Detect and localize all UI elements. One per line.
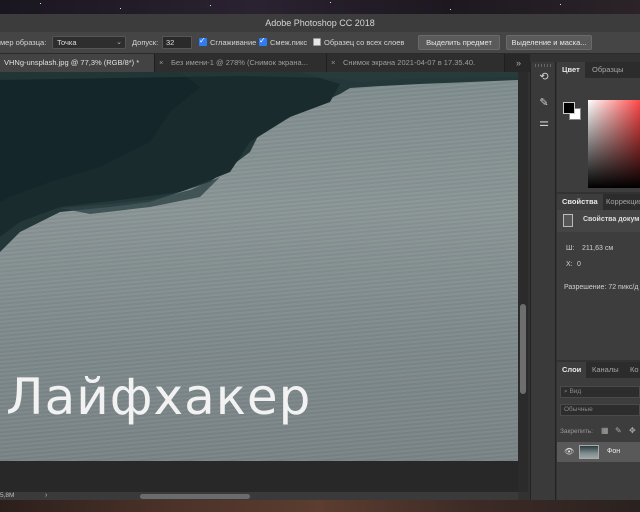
tab-document-2[interactable]: × Без имени-1 @ 278% (Снимок экрана... (155, 54, 327, 72)
contiguous-checkbox[interactable] (259, 36, 267, 46)
chevron-down-icon: ⌄ (116, 39, 122, 46)
close-icon[interactable]: × (331, 54, 335, 72)
options-bar: мер образца: Точка ⌄ Допуск: 32 Сглажива… (0, 32, 640, 54)
layers-panel: Слои Каналы Ко ⌕ Вид Обычные Закрепить: … (557, 362, 640, 500)
antialias-label: Сглаживание (210, 38, 257, 47)
x-value[interactable]: 0 (577, 261, 581, 268)
properties-header: Свойства докум (557, 210, 640, 232)
document-tabs: VHNg-unsplash.jpg @ 77,3% (RGB/8*) * × Б… (0, 54, 530, 72)
brush-icon[interactable]: ✎ (536, 96, 552, 110)
contiguous-label: Смеж.пикс (270, 38, 308, 47)
layer-name: Фон (607, 448, 621, 455)
desktop-wallpaper-bottom (0, 500, 640, 512)
select-subject-button[interactable]: Выделить предмет (418, 35, 500, 50)
lock-move-icon[interactable]: ✥ (629, 426, 636, 435)
window-title: Adobe Photoshop CC 2018 (0, 14, 640, 32)
tab-swatches[interactable]: Образцы (587, 62, 629, 78)
photoshop-window: Adobe Photoshop CC 2018 мер образца: Точ… (0, 14, 640, 500)
layer-thumbnail (579, 445, 599, 459)
layer-row[interactable]: 👁 Фон (557, 442, 640, 462)
width-label: Ш: (566, 245, 575, 252)
width-value[interactable]: 211,63 см (582, 245, 613, 252)
tolerance-label: Допуск: (132, 38, 159, 47)
document-icon (563, 214, 573, 227)
resolution-text: Разрешение: 72 пикс/д (564, 284, 639, 291)
sample-all-layers-checkbox[interactable] (313, 38, 321, 46)
tab-properties[interactable]: Свойства (557, 194, 603, 210)
layers-panel-tabs: Слои Каналы Ко (557, 362, 640, 378)
select-and-mask-button[interactable]: Выделение и маска... (506, 35, 592, 50)
watermark-text: Лайфхакер (6, 368, 312, 426)
blend-mode-dropdown[interactable]: Обычные (560, 404, 640, 416)
canvas-pasteboard (0, 461, 518, 492)
antialias-checkbox[interactable] (199, 36, 207, 46)
adjustments-icon[interactable]: ⚌ (536, 116, 552, 130)
tab-label: Снимок экрана 2021-04-07 в 17.35.40. (343, 58, 476, 67)
close-icon[interactable]: × (159, 54, 163, 72)
tab-adjustments[interactable]: Коррекция (601, 194, 640, 210)
history-icon[interactable]: ⟲ (536, 70, 552, 84)
lock-paint-icon[interactable]: ✎ (615, 426, 622, 435)
x-label: X: (566, 261, 573, 268)
eye-icon[interactable]: 👁 (564, 447, 574, 456)
tab-label: Без имени-1 @ 278% (Снимок экрана... (171, 58, 308, 67)
desktop-wallpaper-top (0, 0, 640, 14)
properties-panel-tabs: Свойства Коррекция (557, 194, 640, 210)
status-bar (0, 492, 518, 500)
document-canvas[interactable]: Лайфхакер (0, 72, 518, 461)
color-panel: Цвет Образцы (557, 62, 640, 192)
sample-all-layers-label: Образец со всех слоев (324, 38, 405, 47)
sample-size-label: мер образца: (0, 38, 47, 47)
properties-panel: Свойства Коррекция Свойства докум Ш: 211… (557, 194, 640, 360)
color-panel-tabs: Цвет Образцы (557, 62, 640, 78)
tab-channels[interactable]: Каналы (587, 362, 624, 378)
tab-layers[interactable]: Слои (557, 362, 587, 378)
color-picker-field[interactable] (588, 100, 640, 188)
vertical-scrollbar[interactable] (520, 304, 526, 394)
panel-grip[interactable] (535, 64, 553, 67)
tab-paths[interactable]: Ко (625, 362, 640, 378)
document-size: 5,8M (0, 492, 15, 499)
status-menu-arrow-icon[interactable]: › (45, 492, 47, 500)
layer-filter-input[interactable]: ⌕ Вид (560, 386, 640, 398)
tab-label: VHNg-unsplash.jpg @ 77,3% (RGB/8*) * (4, 58, 140, 67)
properties-title: Свойства докум (583, 216, 640, 223)
tools-column: ⟲ ✎ ⚌ (530, 62, 556, 500)
lock-transparent-icon[interactable]: ▦ (601, 426, 609, 435)
tolerance-input[interactable]: 32 (162, 36, 192, 49)
horizontal-scrollbar[interactable] (140, 494, 250, 499)
layer-filter-placeholder: Вид (569, 388, 582, 395)
vertical-scroll-track (518, 72, 528, 492)
foreground-color-swatch[interactable] (563, 102, 575, 114)
sample-size-value: Точка (57, 38, 77, 47)
tab-document-1[interactable]: VHNg-unsplash.jpg @ 77,3% (RGB/8*) * (0, 54, 155, 72)
sample-size-dropdown[interactable]: Точка ⌄ (52, 36, 126, 49)
tabs-overflow-icon[interactable]: » (516, 54, 521, 72)
tab-document-3[interactable]: × Снимок экрана 2021-04-07 в 17.35.40. (327, 54, 505, 72)
lock-label: Закрепить: (560, 428, 593, 435)
tab-color[interactable]: Цвет (557, 62, 585, 78)
